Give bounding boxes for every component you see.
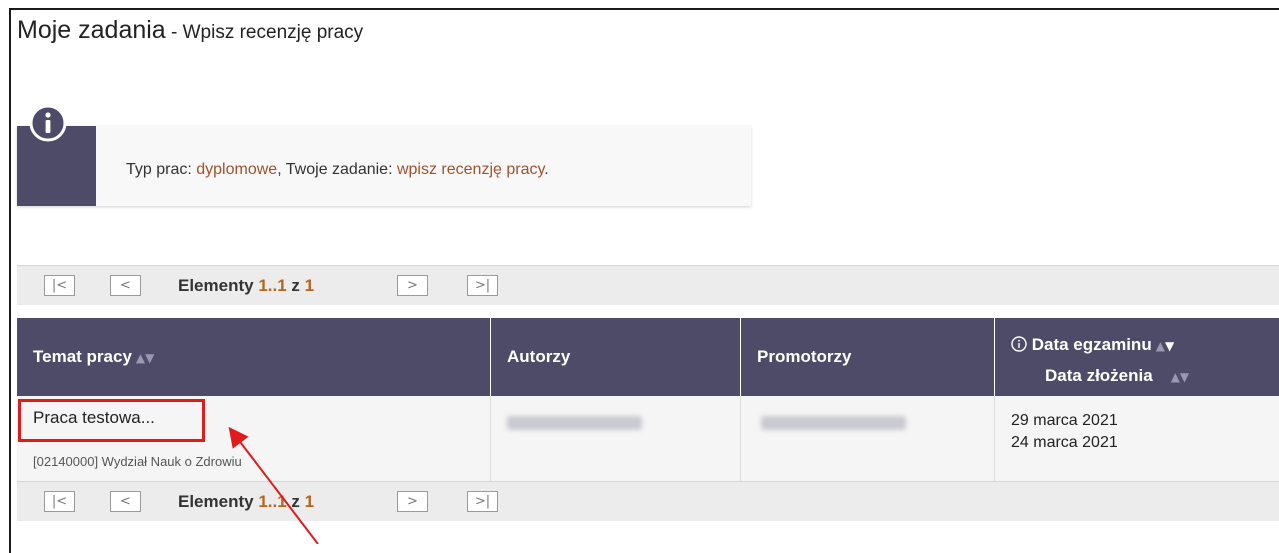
prev-page-icon: < [120, 494, 131, 509]
task-name: wpisz recenzję pracy [396, 161, 545, 178]
info-circle-icon[interactable] [1011, 336, 1027, 352]
page-title-main: Moje zadania [17, 16, 166, 44]
first-page-icon: |< [51, 494, 68, 509]
sort-icon[interactable]: ▲▼ [136, 351, 154, 365]
next-page-button[interactable]: > [397, 275, 428, 296]
first-page-icon: |< [51, 278, 68, 293]
cell-dates: 29 marca 2021 24 marca 2021 [994, 396, 1279, 481]
column-authors: Autorzy [490, 318, 740, 396]
work-type: dyplomowe [196, 161, 278, 178]
prev-page-button[interactable]: < [110, 491, 141, 512]
blurred-supervisor [761, 416, 906, 430]
sort-icon[interactable]: ▲▼ [1156, 339, 1174, 353]
column-dates[interactable]: Data egzaminu ▲▼ Data złożenia ▲▼ [994, 318, 1279, 396]
last-page-icon: >| [474, 494, 491, 509]
pager-top: |< < Elementy 1..1 z 1 > >| [17, 265, 1279, 305]
info-text: Typ prac: dyplomowe, Twoje zadanie: wpis… [126, 161, 549, 178]
page-title-sub: - Wpisz recenzję pracy [165, 22, 364, 43]
next-page-icon: > [407, 278, 418, 293]
last-page-icon: >| [474, 278, 491, 293]
info-icon [29, 104, 67, 142]
last-page-button[interactable]: >| [467, 275, 498, 296]
cell-authors [490, 396, 740, 481]
table-header: Temat pracy ▲▼ Autorzy Promotorzy Data eg… [17, 318, 1279, 396]
pager-bottom: |< < Elementy 1..1 z 1 > >| [17, 481, 1279, 521]
table-row: Praca testowa... [02140000] Wydział Nauk… [17, 396, 1279, 481]
submit-date: 24 marca 2021 [1011, 434, 1118, 451]
column-topic[interactable]: Temat pracy ▲▼ [17, 318, 490, 396]
next-page-icon: > [407, 494, 418, 509]
highlight-box [18, 399, 205, 442]
prev-page-icon: < [120, 278, 131, 293]
next-page-button[interactable]: > [397, 491, 428, 512]
first-page-button[interactable]: |< [44, 275, 75, 296]
pager-info: Elementy 1..1 z 1 [178, 276, 315, 295]
sort-icon[interactable]: ▲▼ [1171, 370, 1189, 384]
unit-label: [02140000] Wydział Nauk o Zdrowiu [33, 454, 242, 469]
cell-supervisors [740, 396, 994, 481]
last-page-button[interactable]: >| [467, 491, 498, 512]
prev-page-button[interactable]: < [110, 275, 141, 296]
column-supervisors: Promotorzy [740, 318, 994, 396]
exam-date: 29 marca 2021 [1011, 412, 1118, 429]
info-box: Typ prac: dyplomowe, Twoje zadanie: wpis… [17, 126, 751, 206]
blurred-author [507, 416, 642, 430]
pager-info: Elementy 1..1 z 1 [178, 492, 315, 511]
first-page-button[interactable]: |< [44, 491, 75, 512]
page-title: Moje zadania - Wpisz recenzję pracy [17, 16, 363, 45]
